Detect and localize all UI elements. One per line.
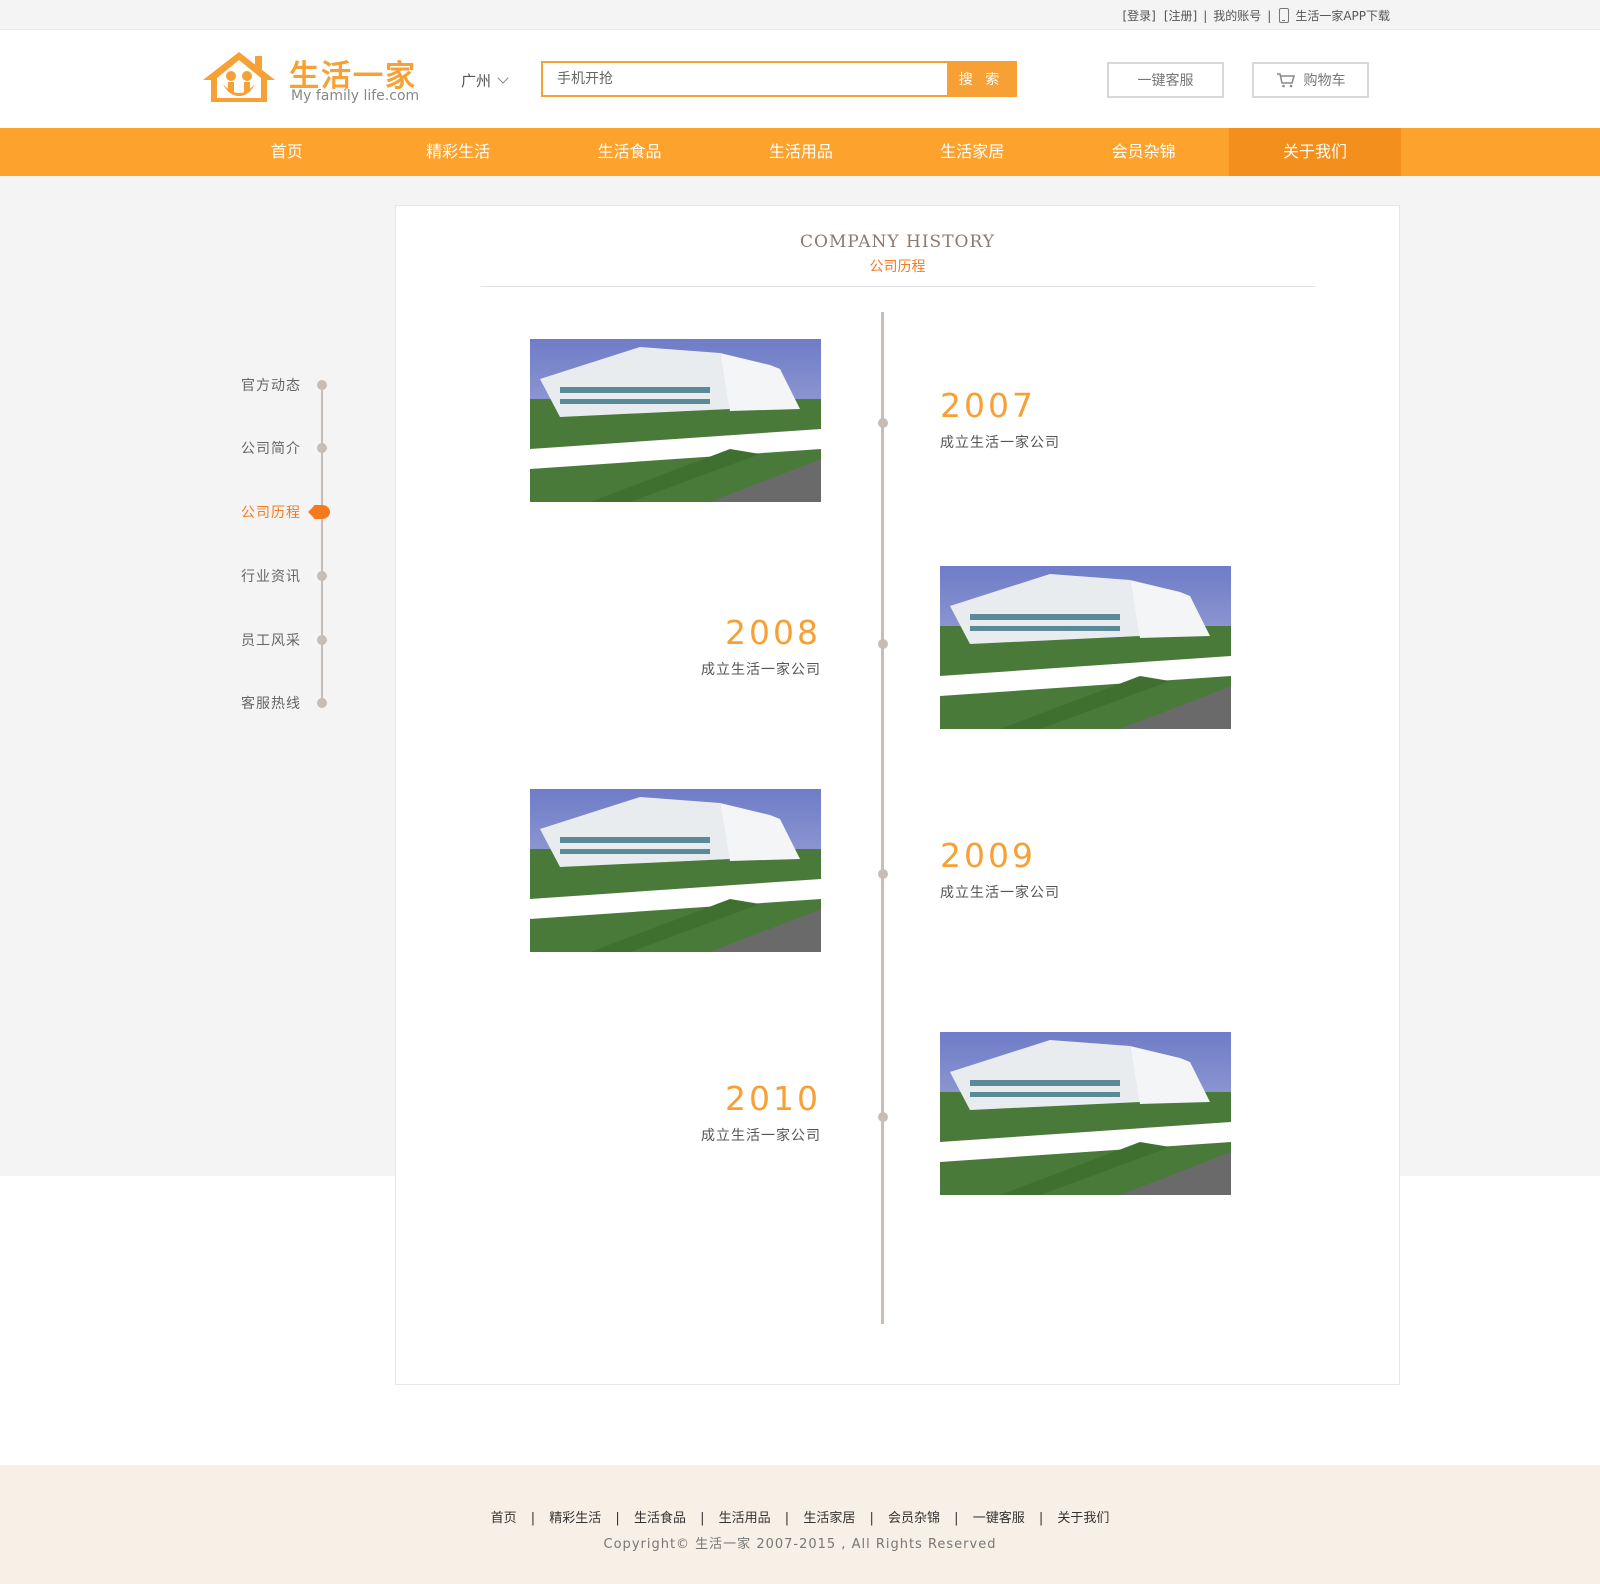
top-bar: [登录] [注册] | 我的账号 | 生活一家APP下载 bbox=[0, 0, 1600, 30]
house-family-icon bbox=[203, 52, 275, 102]
timeline-dot bbox=[878, 869, 888, 879]
panel-subtitle: 公司历程 bbox=[869, 259, 926, 275]
timeline-year: 2009 bbox=[940, 836, 1036, 875]
footer-link-member[interactable]: 会员杂锦 bbox=[888, 1507, 940, 1526]
sidebar-line bbox=[321, 385, 323, 705]
phone-icon bbox=[1279, 8, 1290, 23]
timeline-text: 成立生活一家公司 bbox=[940, 435, 1060, 451]
timeline-year: 2010 bbox=[725, 1079, 821, 1118]
city-selector[interactable]: 广州 bbox=[461, 70, 509, 91]
building-photo bbox=[530, 339, 821, 502]
timeline-text: 成立生活一家公司 bbox=[940, 885, 1060, 901]
divider bbox=[481, 286, 1315, 287]
header: 生活一家 My family life.com 广州 搜 索 一键客服 购物车 bbox=[0, 30, 1600, 128]
app-download-link[interactable]: 生活一家APP下载 bbox=[1295, 7, 1390, 24]
history-panel: COMPANY HISTORY 公司历程 2007 成立生活一家公司 2008 … bbox=[395, 205, 1400, 1385]
footer-link-life[interactable]: 精彩生活 bbox=[549, 1507, 601, 1526]
footer-link-food[interactable]: 生活食品 bbox=[634, 1507, 686, 1526]
nav-item-member[interactable]: 会员杂锦 bbox=[1058, 128, 1229, 176]
nav-item-goods[interactable]: 生活用品 bbox=[715, 128, 886, 176]
sidebar-item-label: 客服热线 bbox=[241, 696, 301, 712]
cart-button[interactable]: 购物车 bbox=[1252, 62, 1369, 98]
logo[interactable]: 生活一家 My family life.com bbox=[201, 50, 421, 110]
building-photo bbox=[940, 566, 1231, 729]
nav-item-food[interactable]: 生活食品 bbox=[544, 128, 715, 176]
sidebar-dot bbox=[317, 571, 327, 581]
my-account-link[interactable]: 我的账号 bbox=[1213, 7, 1261, 24]
footer-separator: | bbox=[869, 1511, 874, 1526]
customer-service-button[interactable]: 一键客服 bbox=[1107, 62, 1224, 98]
cart-label: 购物车 bbox=[1303, 73, 1346, 89]
footer-separator: | bbox=[784, 1511, 790, 1526]
city-label: 广州 bbox=[461, 72, 492, 90]
sidebar-item-label: 公司简介 bbox=[241, 441, 301, 457]
search-input[interactable] bbox=[543, 63, 947, 95]
nav-item-about[interactable]: 关于我们 bbox=[1229, 128, 1401, 176]
footer-link-about[interactable]: 关于我们 bbox=[1057, 1507, 1109, 1526]
search-button[interactable]: 搜 索 bbox=[947, 63, 1015, 95]
sidebar-item-staff[interactable]: 员工风采 bbox=[220, 630, 340, 650]
topbar-separator: | bbox=[1267, 8, 1272, 23]
footer-separator: | bbox=[615, 1511, 620, 1526]
sidebar-active-marker bbox=[308, 505, 330, 519]
timeline-dot bbox=[878, 418, 888, 428]
customer-service-label: 一键客服 bbox=[1137, 73, 1194, 89]
timeline-line bbox=[881, 312, 884, 1324]
footer-separator: | bbox=[530, 1511, 536, 1526]
nav-item-life[interactable]: 精彩生活 bbox=[372, 128, 543, 176]
footer-separator: | bbox=[700, 1511, 705, 1526]
timeline-dot bbox=[878, 1112, 888, 1122]
building-photo bbox=[530, 789, 821, 952]
main-nav: 首页 精彩生活 生活食品 生活用品 生活家居 会员杂锦 关于我们 bbox=[0, 128, 1600, 176]
footer-link-service[interactable]: 一键客服 bbox=[973, 1507, 1025, 1526]
search-box: 搜 索 bbox=[541, 61, 1017, 97]
sidebar-item-profile[interactable]: 公司简介 bbox=[220, 438, 340, 458]
sidebar-item-label: 公司历程 bbox=[241, 505, 301, 521]
footer-separator: | bbox=[954, 1511, 959, 1526]
nav-item-home-furnishing[interactable]: 生活家居 bbox=[887, 128, 1058, 176]
footer: 首页 | 精彩生活 | 生活食品 | 生活用品 | 生活家居 | 会员杂锦 | … bbox=[0, 1465, 1600, 1584]
sidebar-dot bbox=[317, 443, 327, 453]
sidebar-item-industry[interactable]: 行业资讯 bbox=[220, 566, 340, 586]
sidebar-item-news[interactable]: 官方动态 bbox=[220, 375, 340, 395]
timeline-year: 2008 bbox=[725, 613, 821, 652]
sidebar-item-label: 行业资讯 bbox=[241, 569, 301, 585]
footer-links: 首页 | 精彩生活 | 生活食品 | 生活用品 | 生活家居 | 会员杂锦 | … bbox=[0, 1507, 1600, 1526]
topbar-separator: | bbox=[1203, 8, 1208, 23]
footer-link-home[interactable]: 首页 bbox=[491, 1507, 517, 1526]
building-photo bbox=[940, 1032, 1231, 1195]
timeline-text: 成立生活一家公司 bbox=[701, 662, 821, 678]
sidebar-item-label: 员工风采 bbox=[241, 633, 301, 649]
logo-subtitle: My family life.com bbox=[291, 88, 420, 104]
chevron-down-icon bbox=[497, 72, 509, 84]
footer-separator: | bbox=[1038, 1511, 1044, 1526]
sidebar-item-label: 官方动态 bbox=[241, 378, 301, 394]
timeline-dot bbox=[878, 639, 888, 649]
nav-item-home[interactable]: 首页 bbox=[201, 128, 372, 176]
sidebar-dot bbox=[317, 380, 327, 390]
register-link[interactable]: [注册] bbox=[1164, 7, 1197, 24]
timeline-text: 成立生活一家公司 bbox=[701, 1128, 821, 1144]
sidebar: 官方动态 公司简介 公司历程 行业资讯 员工风采 客服热线 bbox=[220, 370, 340, 713]
copyright: Copyright© 生活一家 2007-2015 , All Rights R… bbox=[603, 1537, 997, 1552]
cart-icon bbox=[1276, 73, 1295, 88]
sidebar-dot bbox=[317, 635, 327, 645]
sidebar-dot bbox=[317, 698, 327, 708]
timeline-year: 2007 bbox=[940, 386, 1036, 425]
topbar-links: [登录] [注册] | 我的账号 | 生活一家APP下载 bbox=[1122, 7, 1390, 24]
footer-link-goods[interactable]: 生活用品 bbox=[719, 1507, 771, 1526]
login-link[interactable]: [登录] bbox=[1122, 7, 1155, 24]
panel-title: COMPANY HISTORY bbox=[800, 232, 995, 252]
sidebar-item-history[interactable]: 公司历程 bbox=[220, 502, 340, 522]
sidebar-item-hotline[interactable]: 客服热线 bbox=[220, 693, 340, 713]
footer-link-home-furnishing[interactable]: 生活家居 bbox=[803, 1507, 855, 1526]
